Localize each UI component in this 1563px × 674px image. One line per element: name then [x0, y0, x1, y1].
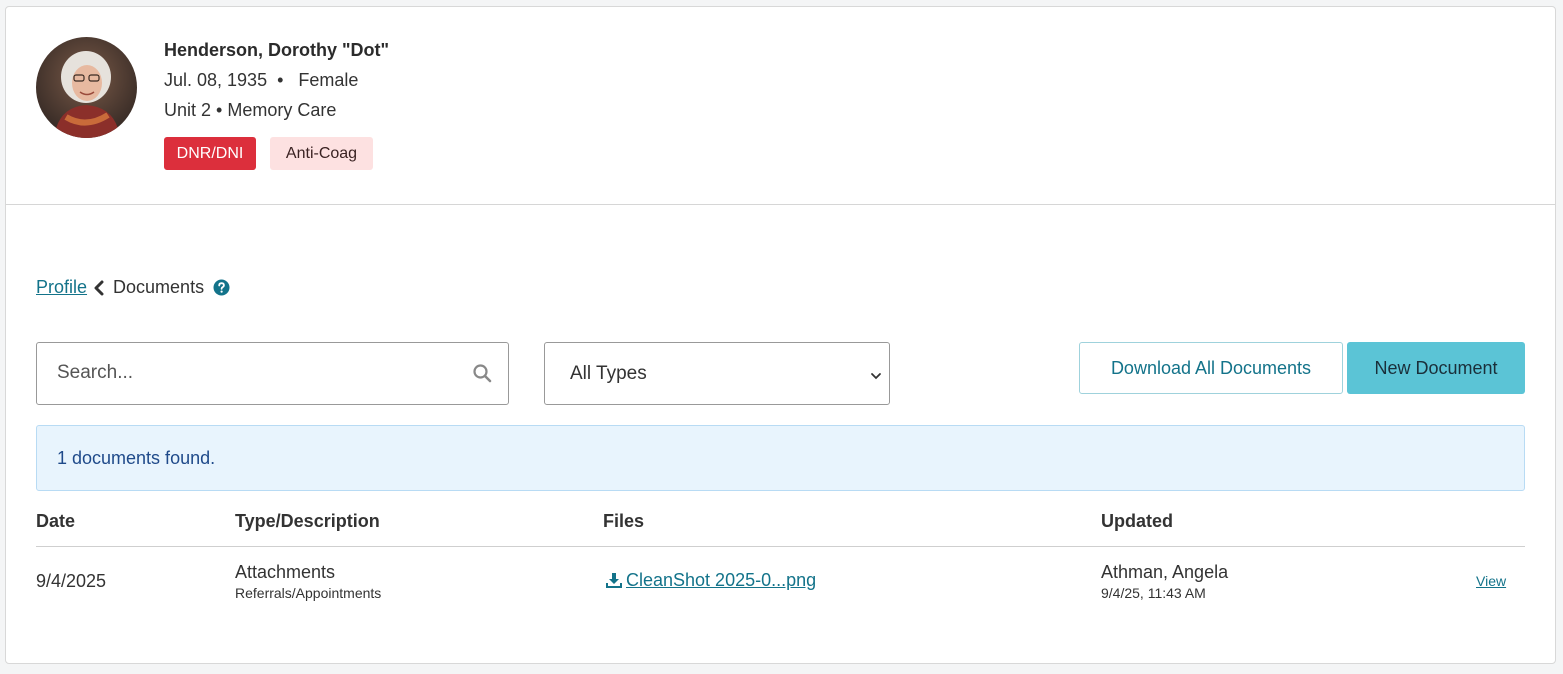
breadcrumb-current: Documents — [113, 277, 205, 297]
help-icon[interactable] — [213, 279, 230, 296]
patient-sex: Female — [298, 70, 359, 90]
search-input[interactable] — [37, 343, 437, 403]
anticoag-badge: Anti-Coag — [270, 137, 373, 170]
row-description: Referrals/Appointments — [235, 585, 382, 601]
patient-unit: Unit 2 — [164, 100, 212, 120]
new-document-button[interactable]: New Document — [1347, 342, 1525, 394]
download-all-button[interactable]: Download All Documents — [1079, 342, 1343, 394]
column-header-files: Files — [603, 511, 645, 531]
row-date: 9/4/2025 — [36, 571, 107, 591]
patient-dob: Jul. 08, 1935 — [164, 70, 268, 90]
breadcrumb: Profile Documents — [36, 277, 230, 298]
download-icon — [606, 573, 622, 588]
patient-care: Memory Care — [227, 100, 337, 120]
chevron-left-icon — [93, 280, 105, 296]
dnr-badge: DNR/DNI — [164, 137, 256, 170]
file-name: CleanShot 2025-0...png — [626, 570, 817, 590]
patient-documents-card: Henderson, Dorothy "Dot" Jul. 08, 1935 •… — [5, 6, 1556, 664]
view-link[interactable]: View — [1476, 573, 1506, 589]
patient-location: Unit 2 • Memory Care — [164, 100, 336, 121]
search-box — [36, 342, 509, 405]
table-header-divider — [36, 546, 1525, 547]
file-download-link[interactable]: CleanShot 2025-0...png — [605, 570, 816, 591]
results-alert: 1 documents found. — [36, 425, 1525, 491]
separator-dot: • — [272, 70, 294, 90]
separator-dot: • — [216, 100, 228, 120]
patient-dob-sex: Jul. 08, 1935 • Female — [164, 70, 358, 91]
search-icon[interactable] — [473, 364, 492, 388]
row-updated-at: 9/4/25, 11:43 AM — [1101, 585, 1206, 601]
results-count-text: 1 documents found. — [57, 448, 216, 468]
column-header-updated: Updated — [1101, 511, 1173, 531]
row-type: Attachments — [235, 562, 336, 582]
avatar — [36, 37, 137, 138]
type-filter-value: All Types — [570, 363, 647, 384]
type-filter-select[interactable]: All Types — [544, 342, 890, 405]
column-header-date: Date — [36, 511, 76, 531]
patient-name: Henderson, Dorothy "Dot" — [164, 40, 390, 60]
row-updated-by: Athman, Angela — [1101, 562, 1229, 582]
patient-header: Henderson, Dorothy "Dot" Jul. 08, 1935 •… — [6, 7, 1555, 205]
column-header-type: Type/Description — [235, 511, 380, 531]
chevron-down-icon — [869, 368, 883, 386]
breadcrumb-profile-link[interactable]: Profile — [36, 277, 87, 298]
